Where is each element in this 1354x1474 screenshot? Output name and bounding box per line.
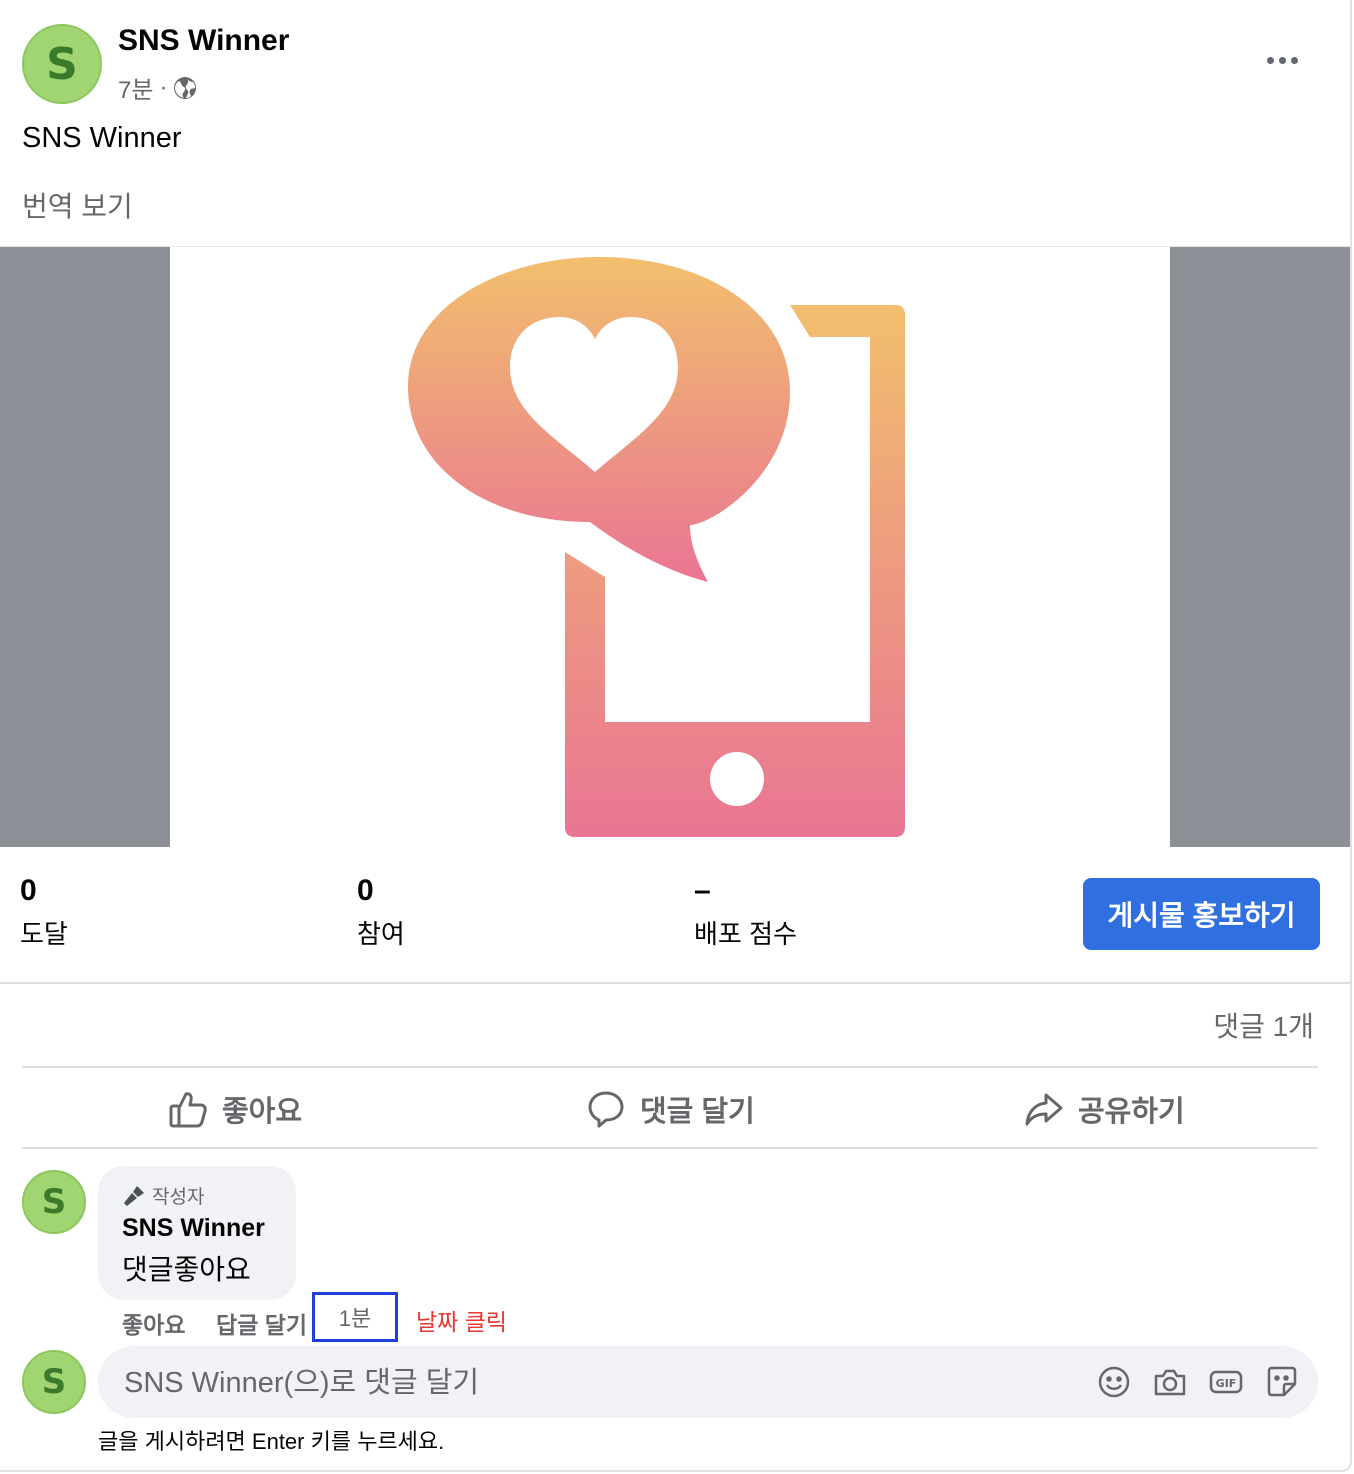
- avatar-letter: S: [41, 1362, 67, 1402]
- post-meta: 7분 ·: [118, 70, 197, 105]
- stat-reach[interactable]: 0 도달: [20, 874, 68, 951]
- globe-icon: [174, 76, 197, 99]
- post-media[interactable]: [0, 246, 1350, 847]
- comment-text: 댓글좋아요: [122, 1254, 251, 1285]
- post-author-name[interactable]: SNS Winner: [118, 24, 289, 58]
- stat-engagement[interactable]: 0 참여: [357, 874, 405, 951]
- boost-post-button[interactable]: 게시물 홍보하기: [1083, 878, 1320, 950]
- engagement-label: 참여: [357, 919, 405, 949]
- comment-author-name[interactable]: SNS Winner: [122, 1214, 265, 1243]
- share-label: 공유하기: [1078, 1096, 1185, 1128]
- camera-icon[interactable]: [1152, 1364, 1188, 1400]
- annotation-label: 날짜 클릭: [416, 1309, 508, 1335]
- comment-button[interactable]: 댓글 달기: [586, 1082, 755, 1136]
- divider: [22, 1147, 1318, 1149]
- comment-input[interactable]: [122, 1346, 1076, 1420]
- reach-label: 도달: [20, 919, 68, 949]
- comment-author-avatar[interactable]: S: [22, 1170, 86, 1234]
- post-time[interactable]: 7분: [118, 70, 153, 105]
- page-avatar[interactable]: S: [22, 24, 102, 104]
- enter-to-post-hint: 글을 게시하려면 Enter 키를 누르세요.: [98, 1429, 445, 1454]
- microphone-icon: [124, 1185, 144, 1206]
- engagement-value: 0: [357, 874, 374, 907]
- stat-distribution[interactable]: – 배포 점수: [694, 874, 797, 951]
- share-arrow-icon: [1025, 1093, 1063, 1126]
- comment-time: 1분: [338, 1306, 372, 1331]
- more-horizontal-icon: [1266, 56, 1274, 64]
- comment-count[interactable]: 댓글 1개: [1213, 1005, 1314, 1045]
- phone-heart-chat-icon: [408, 257, 905, 837]
- avatar-letter: S: [41, 1182, 67, 1222]
- composer-avatar[interactable]: S: [22, 1350, 86, 1414]
- svg-text:GIF: GIF: [1216, 1377, 1237, 1390]
- like-button[interactable]: 좋아요: [168, 1082, 302, 1136]
- sticker-icon[interactable]: [1264, 1364, 1300, 1400]
- meta-separator: ·: [159, 73, 168, 101]
- post-body-text: SNS Winner: [22, 122, 182, 154]
- see-translation-link[interactable]: 번역 보기: [22, 185, 133, 225]
- avatar-letter: S: [46, 38, 78, 90]
- comment-like-link[interactable]: 좋아요: [122, 1306, 185, 1340]
- post-card: S SNS Winner 7분 · SNS Winner 번역 보기 0 도달 …: [0, 0, 1352, 1472]
- thumbs-up-icon: [169, 1092, 207, 1128]
- divider: [22, 1066, 1318, 1068]
- more-options-button[interactable]: [1258, 40, 1306, 80]
- gif-icon[interactable]: GIF: [1208, 1364, 1244, 1400]
- emoji-icon[interactable]: [1096, 1364, 1132, 1400]
- distribution-value: –: [694, 874, 711, 907]
- comment-bubble-icon: [588, 1091, 624, 1128]
- comment-bubble: 작성자 SNS Winner 댓글좋아요: [98, 1166, 296, 1300]
- distribution-label: 배포 점수: [694, 919, 797, 949]
- comment-label: 댓글 달기: [640, 1096, 755, 1128]
- post-image[interactable]: [170, 247, 1170, 847]
- divider: [0, 982, 1350, 984]
- share-button[interactable]: 공유하기: [1024, 1082, 1185, 1136]
- author-badge-label: 작성자: [152, 1187, 205, 1208]
- like-label: 좋아요: [222, 1096, 303, 1128]
- reach-value: 0: [20, 874, 37, 907]
- comment-timestamp-link[interactable]: 1분: [312, 1292, 398, 1342]
- comment-reply-link[interactable]: 답글 달기: [216, 1306, 307, 1340]
- author-badge: 작성자: [122, 1182, 204, 1209]
- comment-composer: [98, 1346, 1318, 1420]
